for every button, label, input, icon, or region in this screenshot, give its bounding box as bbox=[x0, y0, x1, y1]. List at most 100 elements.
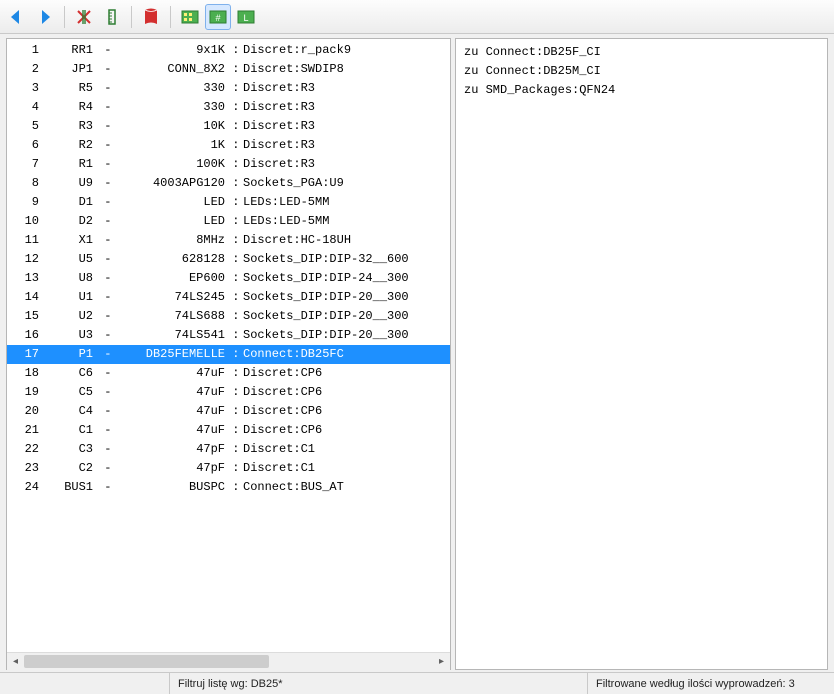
row-index: 13 bbox=[9, 269, 47, 288]
row-dash: - bbox=[93, 345, 107, 364]
row-index: 12 bbox=[9, 250, 47, 269]
footprint-item[interactable]: zu Connect:DB25F_CI bbox=[464, 43, 819, 62]
toolbar: # L bbox=[0, 0, 834, 34]
component-row[interactable]: 5R3 -10K : Discret:R3 bbox=[7, 117, 450, 136]
row-value: 47pF bbox=[107, 459, 225, 478]
grid-icon bbox=[180, 8, 200, 26]
component-row[interactable]: 15U2 -74LS688 : Sockets_DIP:DIP-20__300 bbox=[7, 307, 450, 326]
row-separator: : bbox=[225, 250, 243, 269]
row-separator: : bbox=[225, 402, 243, 421]
footprint-list[interactable]: zu Connect:DB25F_CIzu Connect:DB25M_CIzu… bbox=[456, 39, 827, 104]
component-row[interactable]: 14U1 -74LS245 : Sockets_DIP:DIP-20__300 bbox=[7, 288, 450, 307]
row-dash: - bbox=[93, 402, 107, 421]
row-reference: U8 bbox=[47, 269, 93, 288]
component-list[interactable]: 1RR1 -9x1K : Discret:r_pack92JP1 -CONN_8… bbox=[7, 39, 450, 652]
component-row[interactable]: 10D2 -LED : LEDs:LED-5MM bbox=[7, 212, 450, 231]
row-reference: R2 bbox=[47, 136, 93, 155]
svg-text:#: # bbox=[215, 13, 220, 23]
row-separator: : bbox=[225, 459, 243, 478]
row-reference: C4 bbox=[47, 402, 93, 421]
view-mode-2-button[interactable]: # bbox=[205, 4, 231, 30]
nav-forward-button[interactable] bbox=[32, 4, 58, 30]
row-value: EP600 bbox=[107, 269, 225, 288]
horizontal-scrollbar[interactable]: ◂ ▸ bbox=[7, 652, 450, 669]
app-window: # L 1RR1 -9x1K : Discret:r_pack92JP1 -CO… bbox=[0, 0, 834, 694]
footprint-item[interactable]: zu Connect:DB25M_CI bbox=[464, 62, 819, 81]
row-separator: : bbox=[225, 60, 243, 79]
view-mode-3-button[interactable]: L bbox=[233, 4, 259, 30]
component-row[interactable]: 20C4 -47uF : Discret:CP6 bbox=[7, 402, 450, 421]
component-row[interactable]: 18C6 -47uF : Discret:CP6 bbox=[7, 364, 450, 383]
row-separator: : bbox=[225, 326, 243, 345]
row-dash: - bbox=[93, 250, 107, 269]
row-index: 5 bbox=[9, 117, 47, 136]
component-row[interactable]: 8U9 -4003APG120 : Sockets_PGA:U9 bbox=[7, 174, 450, 193]
row-separator: : bbox=[225, 478, 243, 497]
status-filter-text: Filtruj listę wg: DB25* bbox=[170, 673, 588, 694]
nav-back-button[interactable] bbox=[4, 4, 30, 30]
row-index: 3 bbox=[9, 79, 47, 98]
component-row[interactable]: 22C3 -47pF : Discret:C1 bbox=[7, 440, 450, 459]
row-value: 74LS245 bbox=[107, 288, 225, 307]
row-dash: - bbox=[93, 193, 107, 212]
row-reference: R3 bbox=[47, 117, 93, 136]
scroll-right-button[interactable]: ▸ bbox=[433, 653, 450, 670]
documentation-button[interactable] bbox=[138, 4, 164, 30]
grid-l-icon: L bbox=[236, 8, 256, 26]
component-row[interactable]: 19C5 -47uF : Discret:CP6 bbox=[7, 383, 450, 402]
row-index: 17 bbox=[9, 345, 47, 364]
auto-associate-button[interactable] bbox=[99, 4, 125, 30]
row-value: 9x1K bbox=[107, 41, 225, 60]
row-footprint: Discret:R3 bbox=[243, 79, 448, 98]
row-separator: : bbox=[225, 174, 243, 193]
component-list-panel: 1RR1 -9x1K : Discret:r_pack92JP1 -CONN_8… bbox=[6, 38, 451, 670]
row-reference: D2 bbox=[47, 212, 93, 231]
grid-hash-icon: # bbox=[208, 8, 228, 26]
row-reference: C2 bbox=[47, 459, 93, 478]
component-row[interactable]: 13U8 -EP600 : Sockets_DIP:DIP-24__300 bbox=[7, 269, 450, 288]
component-row[interactable]: 4R4 -330 : Discret:R3 bbox=[7, 98, 450, 117]
row-value: BUSPC bbox=[107, 478, 225, 497]
component-row[interactable]: 12U5 -628128 : Sockets_DIP:DIP-32__600 bbox=[7, 250, 450, 269]
row-separator: : bbox=[225, 421, 243, 440]
row-value: 47uF bbox=[107, 383, 225, 402]
row-footprint: Sockets_DIP:DIP-20__300 bbox=[243, 288, 448, 307]
row-index: 19 bbox=[9, 383, 47, 402]
row-index: 11 bbox=[9, 231, 47, 250]
row-index: 16 bbox=[9, 326, 47, 345]
component-row[interactable]: 1RR1 -9x1K : Discret:r_pack9 bbox=[7, 41, 450, 60]
scroll-thumb[interactable] bbox=[24, 655, 269, 668]
row-index: 10 bbox=[9, 212, 47, 231]
footprint-item[interactable]: zu SMD_Packages:QFN24 bbox=[464, 81, 819, 100]
component-row[interactable]: 23C2 -47pF : Discret:C1 bbox=[7, 459, 450, 478]
row-dash: - bbox=[93, 60, 107, 79]
row-separator: : bbox=[225, 231, 243, 250]
row-separator: : bbox=[225, 41, 243, 60]
component-row[interactable]: 6R2 -1K : Discret:R3 bbox=[7, 136, 450, 155]
delete-association-button[interactable] bbox=[71, 4, 97, 30]
component-row[interactable]: 9D1 -LED : LEDs:LED-5MM bbox=[7, 193, 450, 212]
row-footprint: Connect:DB25FC bbox=[243, 345, 448, 364]
row-separator: : bbox=[225, 288, 243, 307]
component-row[interactable]: 3R5 -330 : Discret:R3 bbox=[7, 79, 450, 98]
row-reference: RR1 bbox=[47, 41, 93, 60]
scroll-left-button[interactable]: ◂ bbox=[7, 653, 24, 670]
view-mode-1-button[interactable] bbox=[177, 4, 203, 30]
component-row[interactable]: 24BUS1 -BUSPC : Connect:BUS_AT bbox=[7, 478, 450, 497]
component-row[interactable]: 16U3 -74LS541 : Sockets_DIP:DIP-20__300 bbox=[7, 326, 450, 345]
component-row[interactable]: 11X1 -8MHz : Discret:HC-18UH bbox=[7, 231, 450, 250]
row-index: 7 bbox=[9, 155, 47, 174]
row-index: 22 bbox=[9, 440, 47, 459]
component-row[interactable]: 2JP1 -CONN_8X2 : Discret:SWDIP8 bbox=[7, 60, 450, 79]
component-row[interactable]: 7R1 -100K : Discret:R3 bbox=[7, 155, 450, 174]
row-footprint: LEDs:LED-5MM bbox=[243, 212, 448, 231]
component-row[interactable]: 21C1 -47uF : Discret:CP6 bbox=[7, 421, 450, 440]
toolbar-separator bbox=[131, 6, 132, 28]
row-reference: BUS1 bbox=[47, 478, 93, 497]
row-value: 47pF bbox=[107, 440, 225, 459]
scroll-track[interactable] bbox=[24, 653, 433, 670]
row-value: 74LS688 bbox=[107, 307, 225, 326]
row-reference: R5 bbox=[47, 79, 93, 98]
row-index: 14 bbox=[9, 288, 47, 307]
component-row[interactable]: 17P1 -DB25FEMELLE : Connect:DB25FC bbox=[7, 345, 450, 364]
